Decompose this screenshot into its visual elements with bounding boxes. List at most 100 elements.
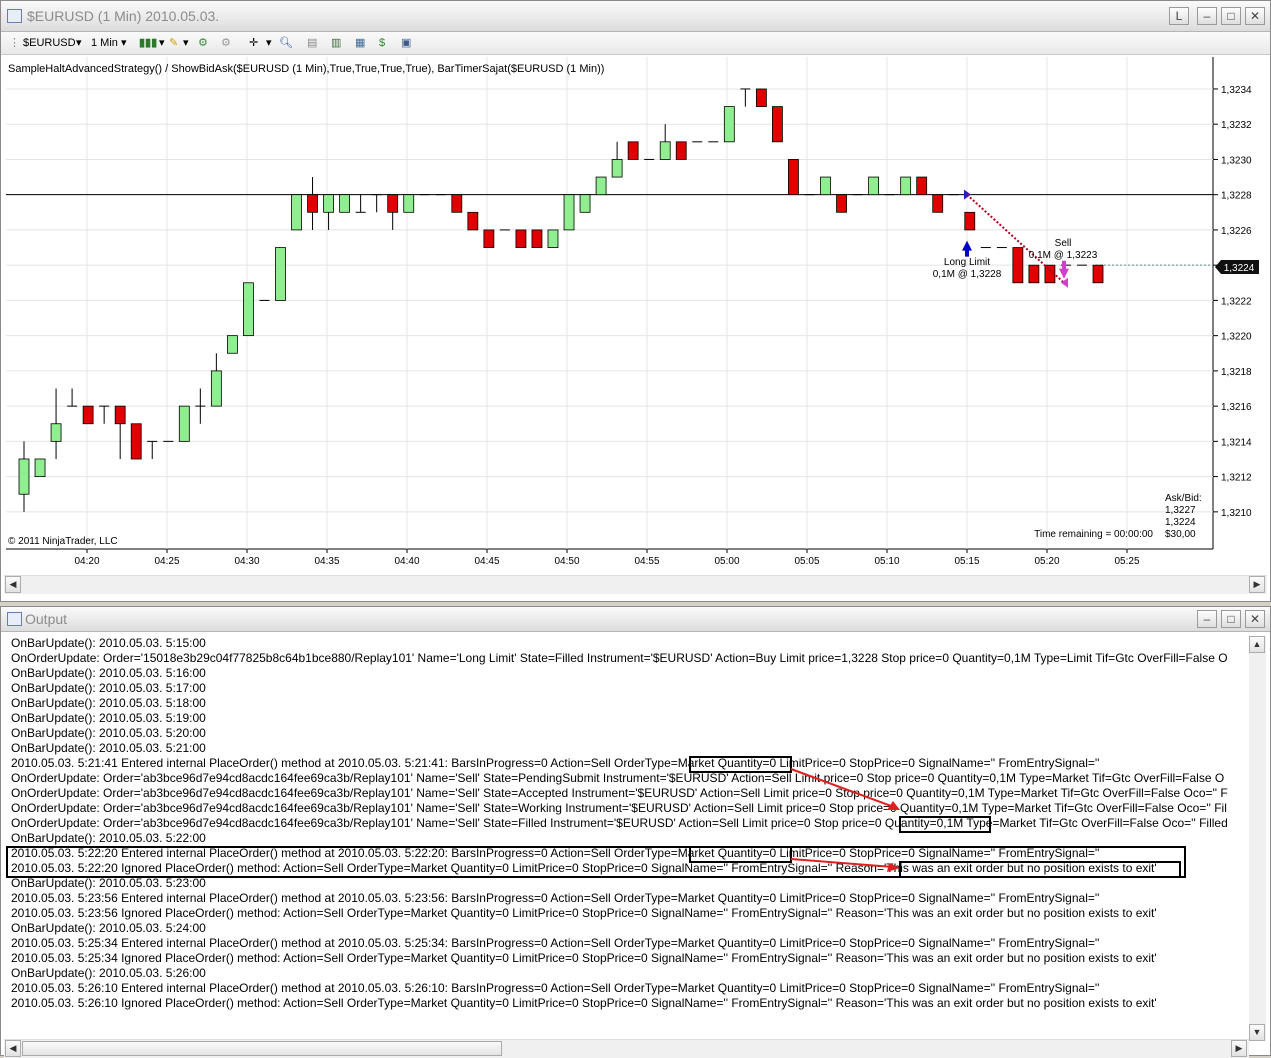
properties-icon[interactable]: ▣ (401, 35, 411, 51)
chart-horizontal-scrollbar[interactable]: ◀ ▶ (4, 575, 1267, 594)
scroll-up-icon[interactable]: ▲ (1249, 636, 1265, 653)
strategy-icon[interactable]: ⚙ (221, 35, 231, 51)
data-box-icon[interactable]: ▤ (307, 35, 317, 51)
candle (964, 211, 976, 231)
chevron-down-icon[interactable]: ▾ (76, 36, 82, 49)
time-remaining: Time remaining = 00:00:00 (1034, 529, 1153, 540)
x-tick-label: 05:20 (1034, 556, 1059, 567)
candle (547, 229, 559, 248)
candle (788, 159, 799, 196)
chart-icon[interactable]: ▦ (355, 35, 365, 51)
candle (226, 335, 238, 354)
chevron-down-icon[interactable]: ▾ (183, 36, 189, 49)
candle (932, 194, 944, 213)
candle (99, 405, 110, 424)
exit-marker-icon (1061, 277, 1068, 288)
interval-selector[interactable]: 1 Min (91, 35, 118, 51)
scroll-thumb[interactable] (22, 1041, 502, 1056)
minimize-icon[interactable]: – (1197, 610, 1217, 628)
ask-value: 1,3227 (1165, 505, 1196, 516)
x-tick-label: 04:55 (634, 556, 659, 567)
chart-window: $EURUSD (1 Min) 2010.05.03. L – □ ✕ ⋮ $E… (0, 0, 1271, 602)
dollar-icon[interactable]: $ (379, 35, 385, 51)
log-line: 2010.05.03. 5:23:56 Ignored PlaceOrder()… (11, 906, 1157, 920)
candle (531, 229, 543, 248)
candle (579, 194, 591, 213)
bars-icon[interactable]: ▥ (331, 35, 341, 51)
y-tick-label: 1,3230 (1221, 155, 1252, 166)
y-tick-label: 1,3226 (1221, 226, 1252, 237)
ask-bid-label: Ask/Bid: (1165, 493, 1202, 504)
instrument-selector[interactable]: $EURUSD (23, 35, 76, 51)
candle (868, 176, 879, 196)
candle (339, 194, 351, 213)
candle (355, 194, 366, 213)
minimize-icon[interactable]: – (1197, 7, 1217, 25)
log-line: 2010.05.03. 5:26:10 Entered internal Pla… (11, 981, 1100, 995)
lock-button[interactable]: L (1169, 7, 1189, 25)
scroll-down-icon[interactable]: ▼ (1249, 1024, 1265, 1041)
log-line: OnOrderUpdate: Order='15018e3b29c04f7782… (11, 651, 1228, 665)
y-tick-label: 1,3220 (1221, 332, 1252, 343)
output-vertical-scrollbar[interactable]: ▲ ▼ (1249, 636, 1266, 1041)
candle (675, 141, 687, 160)
candle (291, 194, 302, 231)
buy-arrow-icon (962, 240, 972, 257)
zoom-icon[interactable]: 🔍︎ (279, 35, 293, 51)
candle (307, 177, 318, 230)
chevron-down-icon[interactable]: ▾ (159, 36, 165, 49)
close-icon[interactable]: ✕ (1245, 610, 1265, 628)
x-tick-label: 05:15 (954, 556, 979, 567)
spread-value: $30,00 (1165, 529, 1196, 540)
candle (515, 229, 527, 248)
x-tick-label: 04:20 (74, 556, 99, 567)
scroll-right-icon[interactable]: ▶ (1249, 576, 1265, 593)
candle (1012, 247, 1024, 284)
chevron-down-icon[interactable]: ▾ (121, 36, 127, 49)
log-line: 2010.05.03. 5:26:10 Ignored PlaceOrder()… (11, 996, 1157, 1010)
log-line: OnBarUpdate(): 2010.05.03. 5:16:00 (11, 666, 206, 680)
crosshair-icon[interactable]: ✛ (249, 35, 258, 51)
current-price-label: 1,3224 (1224, 263, 1255, 274)
log-line: OnBarUpdate(): 2010.05.03. 5:17:00 (11, 681, 206, 695)
candle (836, 194, 847, 213)
x-tick-label: 04:25 (154, 556, 179, 567)
copyright-label: © 2011 NinjaTrader, LLC (8, 536, 118, 547)
x-tick-label: 05:00 (714, 556, 739, 567)
maximize-icon[interactable]: □ (1221, 610, 1241, 628)
y-tick-label: 1,3232 (1221, 120, 1252, 131)
long-limit-detail: 0,1M @ 1,3228 (933, 269, 1002, 280)
scroll-right-icon[interactable]: ▶ (1231, 1040, 1247, 1057)
chevron-down-icon[interactable]: ▾ (266, 36, 272, 49)
y-tick-label: 1,3222 (1221, 296, 1252, 307)
chart-canvas[interactable]: 1,3210 1,3212 1,3214 1,3216 1,3218 1,3220 1,32… (1, 55, 1270, 571)
current-price-marker: 1,3224 (1215, 260, 1259, 274)
x-tick-label: 04:45 (474, 556, 499, 567)
price-chart[interactable]: 1,3210 1,3212 1,3214 1,3216 1,3218 1,3220 1,32… (1, 55, 1270, 571)
log-line: 2010.05.03. 5:21:41 Entered internal Pla… (11, 756, 1100, 770)
candle (18, 441, 30, 512)
log-line: OnBarUpdate(): 2010.05.03. 5:24:00 (11, 921, 206, 935)
scroll-left-icon[interactable]: ◀ (5, 576, 21, 593)
log-line: OnBarUpdate(): 2010.05.03. 5:23:00 (11, 876, 206, 890)
y-tick-label: 1,3214 (1221, 437, 1252, 448)
candle (740, 88, 751, 107)
indicator-icon[interactable]: ⚙ (198, 35, 208, 51)
candle (114, 405, 126, 459)
chart-titlebar[interactable]: $EURUSD (1 Min) 2010.05.03. L – □ ✕ (1, 1, 1270, 32)
log-line: OnOrderUpdate: Order='ab3bce96d7e94cd8ac… (11, 786, 1228, 800)
log-line: OnBarUpdate(): 2010.05.03. 5:19:00 (11, 711, 206, 725)
output-log[interactable]: OnBarUpdate(): 2010.05.03. 5:15:00 OnOrde… (6, 636, 1244, 1021)
candle (659, 124, 671, 160)
candle (371, 194, 382, 213)
output-titlebar[interactable]: Output – □ ✕ (1, 607, 1270, 632)
pencil-icon[interactable]: ✎ (169, 35, 178, 51)
candle (178, 405, 190, 442)
maximize-icon[interactable]: □ (1221, 7, 1241, 25)
close-icon[interactable]: ✕ (1245, 7, 1265, 25)
output-horizontal-scrollbar[interactable]: ◀ ▶ (4, 1039, 1249, 1058)
candle (403, 194, 415, 213)
chart-style-icon[interactable]: ▮▮▮ (139, 35, 157, 51)
y-tick-label: 1,3216 (1221, 402, 1252, 413)
scroll-left-icon[interactable]: ◀ (5, 1040, 21, 1057)
